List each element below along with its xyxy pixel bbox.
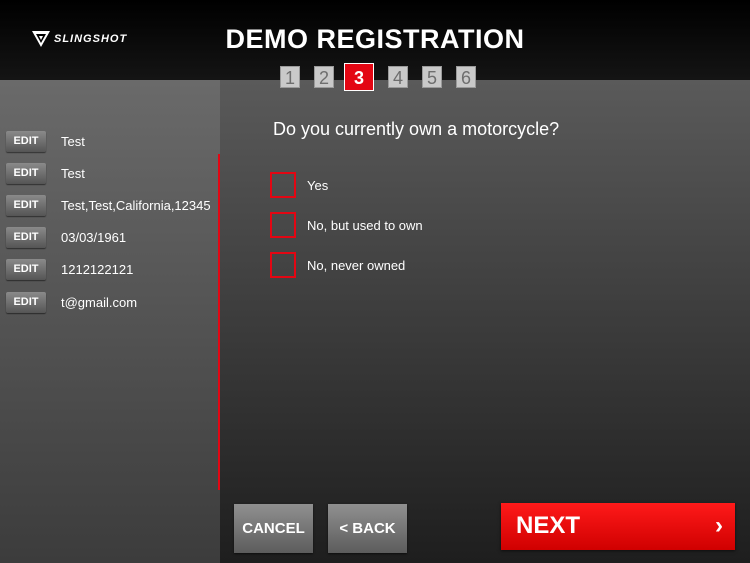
summary-row-phone: EDIT 1212122121 [6,257,133,281]
step-6[interactable]: 6 [456,66,476,88]
step-5[interactable]: 5 [422,66,442,88]
option-label: Yes [307,177,329,193]
option-yes[interactable]: Yes [270,172,328,198]
question-text: Do you currently own a motorcycle? [273,119,560,139]
summary-value: Test [61,165,85,181]
summary-value: 1212122121 [61,261,134,277]
question-panel: Do you currently own a motorcycle? Yes N… [220,80,750,563]
edit-button[interactable]: EDIT [6,162,46,184]
chevron-right-icon: › [715,512,723,539]
summary-row-birthdate: EDIT 03/03/1961 [6,225,126,249]
summary-value: t@gmail.com [61,294,138,310]
step-4[interactable]: 4 [388,66,408,88]
step-2[interactable]: 2 [314,66,334,88]
summary-row-email: EDIT t@gmail.com [6,290,137,314]
summary-value: Test [61,133,85,149]
step-1[interactable]: 1 [280,66,300,88]
option-used-to-own[interactable]: No, but used to own [270,212,423,238]
option-label: No, but used to own [307,217,423,233]
step-indicator: 1 2 3 4 5 6 [280,63,490,91]
option-never-owned[interactable]: No, never owned [270,252,405,278]
checkbox[interactable] [270,172,296,198]
option-label: No, never owned [307,257,406,273]
step-3-current[interactable]: 3 [344,63,374,91]
summary-value: Test,Test,California,12345 [61,197,211,213]
next-button-label: NEXT [516,512,581,539]
cancel-button[interactable]: CANCEL [234,504,313,553]
checkbox[interactable] [270,212,296,238]
summary-value: 03/03/1961 [61,229,127,245]
summary-row-first-name: EDIT Test [6,129,85,153]
page-title: DEMO REGISTRATION [225,24,525,54]
checkbox[interactable] [270,252,296,278]
summary-row-last-name: EDIT Test [6,161,85,185]
next-button[interactable]: NEXT › [501,503,735,550]
back-button[interactable]: < BACK [328,504,407,553]
edit-button[interactable]: EDIT [6,291,46,313]
edit-button[interactable]: EDIT [6,226,46,248]
summary-row-address: EDIT Test,Test,California,12345 [6,193,211,217]
edit-button[interactable]: EDIT [6,194,46,216]
edit-button[interactable]: EDIT [6,258,46,280]
summary-sidebar: EDIT Test EDIT Test EDIT Test,Test,Calif… [0,80,221,563]
edit-button[interactable]: EDIT [6,130,46,152]
